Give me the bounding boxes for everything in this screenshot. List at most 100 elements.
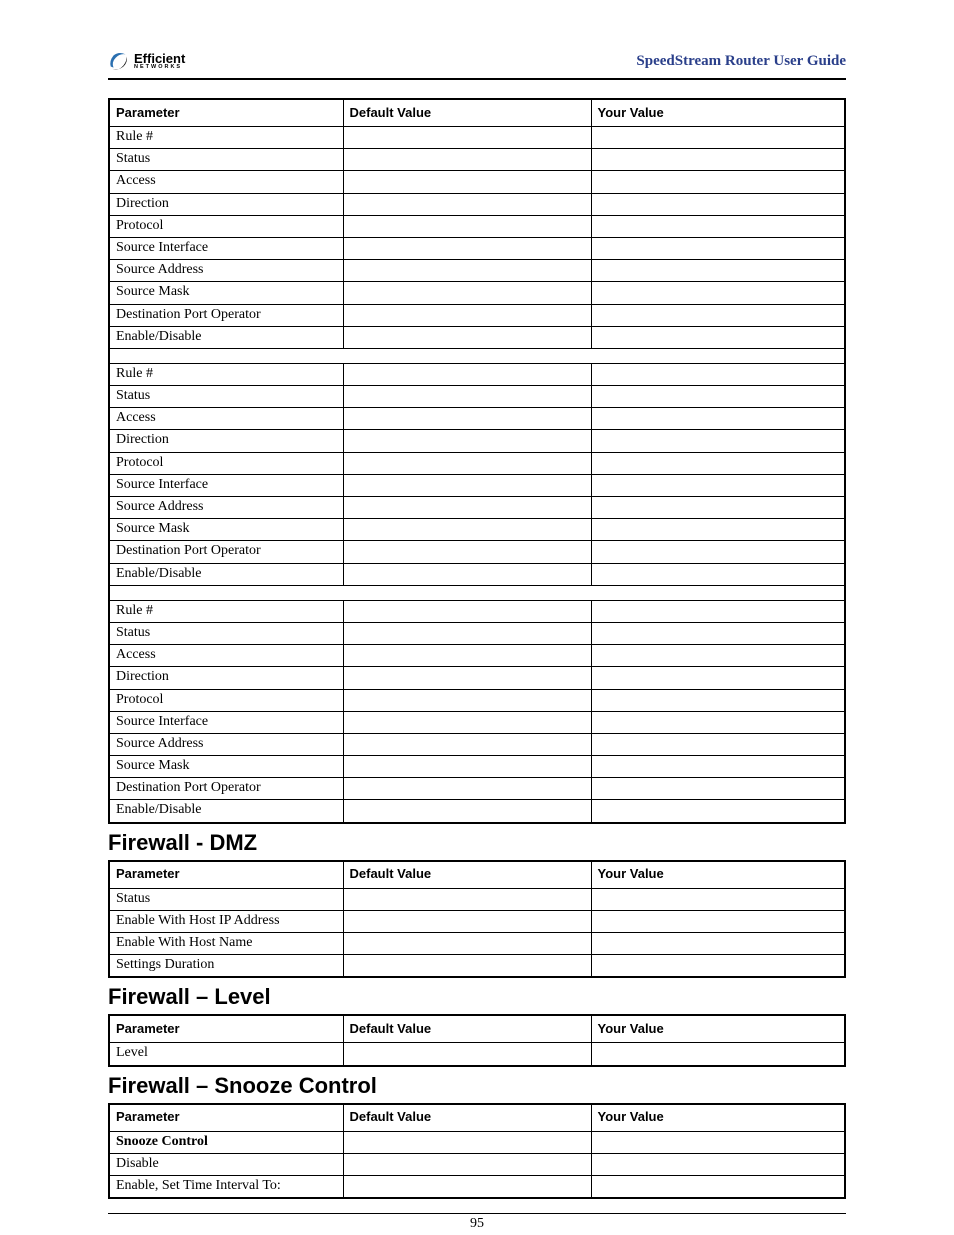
cell-parameter: Destination Port Operator [109, 304, 343, 326]
cell-default-value [343, 149, 591, 171]
cell-your-value [591, 430, 845, 452]
cell-default-value [343, 667, 591, 689]
cell-default-value [343, 1175, 591, 1198]
table-row: Status [109, 888, 845, 910]
cell-default-value [343, 386, 591, 408]
table-row: Level [109, 1043, 845, 1066]
cell-parameter: Settings Duration [109, 955, 343, 978]
dmz-table: Parameter Default Value Your Value Statu… [108, 860, 846, 979]
heading-snooze: Firewall – Snooze Control [108, 1073, 846, 1099]
table-row: Rule # [109, 600, 845, 622]
cell-your-value [591, 282, 845, 304]
table-row: Access [109, 408, 845, 430]
cell-default-value [343, 1153, 591, 1175]
document-title: SpeedStream Router User Guide [636, 53, 846, 70]
cell-default-value [343, 304, 591, 326]
col-parameter: Parameter [109, 861, 343, 889]
cell-your-value [591, 193, 845, 215]
cell-default-value [343, 933, 591, 955]
cell-parameter: Destination Port Operator [109, 541, 343, 563]
cell-default-value [343, 193, 591, 215]
table-row: Enable With Host IP Address [109, 910, 845, 932]
table-row: Source Address [109, 497, 845, 519]
cell-default-value [343, 497, 591, 519]
table-row: Destination Port Operator [109, 304, 845, 326]
cell-default-value [343, 237, 591, 259]
brand-logo: Efficient NETWORKS [108, 50, 185, 72]
table-row: Enable/Disable [109, 326, 845, 348]
cell-your-value [591, 171, 845, 193]
cell-default-value [343, 733, 591, 755]
col-parameter: Parameter [109, 99, 343, 127]
cell-parameter: Access [109, 171, 343, 193]
table-row: Rule # [109, 127, 845, 149]
cell-your-value [591, 622, 845, 644]
cell-your-value [591, 955, 845, 978]
col-default-value: Default Value [343, 1104, 591, 1132]
table-row: Source Address [109, 733, 845, 755]
cell-parameter: Source Mask [109, 519, 343, 541]
cell-your-value [591, 1043, 845, 1066]
table-row: Source Interface [109, 237, 845, 259]
table-row: Status [109, 149, 845, 171]
cell-your-value [591, 711, 845, 733]
table-row: Source Mask [109, 519, 845, 541]
cell-parameter: Access [109, 645, 343, 667]
cell-default-value [343, 910, 591, 932]
cell-your-value [591, 778, 845, 800]
spacer-row [109, 585, 845, 600]
cell-default-value [343, 260, 591, 282]
cell-parameter: Source Interface [109, 474, 343, 496]
cell-default-value [343, 563, 591, 585]
cell-default-value [343, 1131, 591, 1153]
cell-parameter: Source Mask [109, 282, 343, 304]
cell-default-value [343, 408, 591, 430]
cell-default-value [343, 430, 591, 452]
cell-parameter: Source Address [109, 260, 343, 282]
cell-default-value [343, 711, 591, 733]
table-row: Source Mask [109, 756, 845, 778]
table-header-row: Parameter Default Value Your Value [109, 99, 845, 127]
table-row: Rule # [109, 363, 845, 385]
cell-default-value [343, 800, 591, 823]
cell-your-value [591, 304, 845, 326]
table-row: Destination Port Operator [109, 541, 845, 563]
table-row: Direction [109, 430, 845, 452]
cell-your-value [591, 519, 845, 541]
col-your-value: Your Value [591, 861, 845, 889]
table-row: Protocol [109, 215, 845, 237]
table-header-row: Parameter Default Value Your Value [109, 1015, 845, 1043]
spacer-cell [109, 585, 845, 600]
table-row: Direction [109, 667, 845, 689]
rules-table: Parameter Default Value Your Value Rule … [108, 98, 846, 824]
page-number: 95 [108, 1216, 846, 1232]
cell-parameter: Enable, Set Time Interval To: [109, 1175, 343, 1198]
cell-default-value [343, 127, 591, 149]
cell-your-value [591, 910, 845, 932]
cell-parameter: Source Interface [109, 711, 343, 733]
cell-your-value [591, 541, 845, 563]
swoosh-icon [108, 50, 130, 72]
cell-default-value [343, 888, 591, 910]
cell-parameter: Rule # [109, 127, 343, 149]
table-row: Source Mask [109, 282, 845, 304]
cell-your-value [591, 386, 845, 408]
footer-rule [108, 1213, 846, 1214]
heading-dmz: Firewall - DMZ [108, 830, 846, 856]
cell-your-value [591, 1153, 845, 1175]
cell-default-value [343, 955, 591, 978]
spacer-row [109, 348, 845, 363]
cell-parameter: Enable/Disable [109, 800, 343, 823]
cell-default-value [343, 645, 591, 667]
cell-default-value [343, 326, 591, 348]
table-row: Status [109, 622, 845, 644]
table-row: Destination Port Operator [109, 778, 845, 800]
cell-your-value [591, 800, 845, 823]
cell-default-value [343, 171, 591, 193]
cell-your-value [591, 933, 845, 955]
col-default-value: Default Value [343, 861, 591, 889]
cell-your-value [591, 600, 845, 622]
cell-parameter: Status [109, 622, 343, 644]
col-default-value: Default Value [343, 99, 591, 127]
cell-parameter: Source Address [109, 497, 343, 519]
